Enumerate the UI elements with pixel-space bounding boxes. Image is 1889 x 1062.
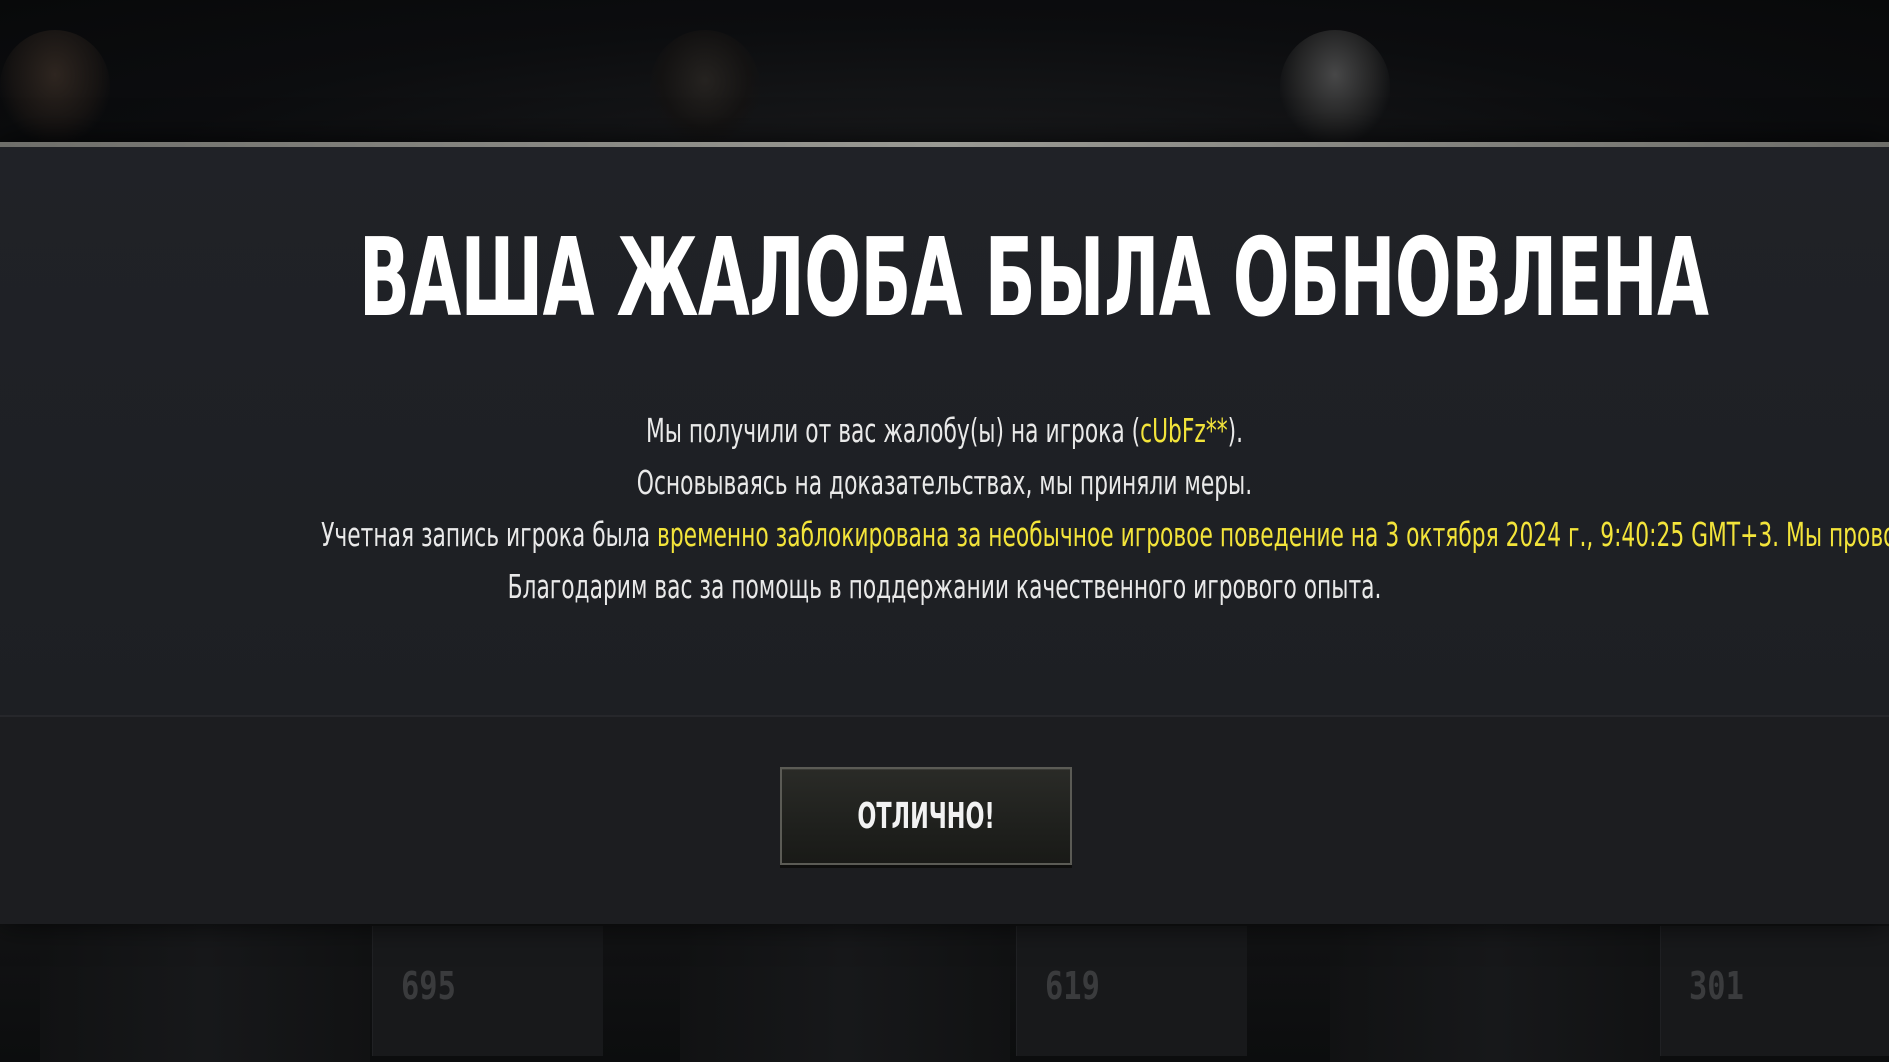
character-portrait [650,30,760,142]
message-line-thanks: Благодарим вас за помощь в поддержании к… [507,567,1382,606]
player-card [680,922,1010,1062]
message-line-action-taken: Основываясь на доказательствах, мы приня… [636,463,1253,502]
character-portrait [0,30,110,142]
message-line-report-received: Мы получили от вас жалобу(ы) на игрока (… [321,405,1568,457]
dialog-title: ВАША ЖАЛОБА БЫЛА ОБНОВЛЕНА [358,216,1709,341]
message-line-account-status: Учетная запись игрока была временно забл… [321,509,1889,561]
background-bottom: 695 619 301 [0,922,1889,1062]
game-screen: 695 619 301 ВАША ЖАЛОБА БЫЛА ОБНОВЛЕНА М… [0,0,1889,1062]
player-score: 301 [1689,964,1744,1008]
player-card [1330,922,1660,1062]
background-top [0,0,1889,142]
character-portrait [1280,30,1390,142]
player-score: 619 [1045,964,1100,1008]
report-updated-dialog: ВАША ЖАЛОБА БЫЛА ОБНОВЛЕНА Мы получили о… [0,142,1889,924]
dialog-message: Мы получили от вас жалобу(ы) на игрока (… [0,405,1889,613]
ok-button-label: ОТЛИЧНО! [857,796,995,837]
ban-details: временно заблокирована за необычное игро… [657,515,1889,554]
player-score-panel: 301 [1660,926,1889,1056]
player-score: 695 [401,964,456,1008]
player-card [40,922,370,1062]
message-text: ). [1227,411,1244,450]
message-text: Мы получили от вас жалобу(ы) на игрока ( [645,411,1141,450]
message-text: Учетная запись игрока была [321,515,658,554]
dialog-body: ВАША ЖАЛОБА БЫЛА ОБНОВЛЕНА Мы получили о… [0,147,1889,715]
ok-button[interactable]: ОТЛИЧНО! [780,767,1072,865]
player-score-panel: 619 [1016,926,1247,1056]
reported-player-name: cUbFz** [1140,411,1228,450]
dialog-footer: ОТЛИЧНО! [0,715,1889,924]
player-score-panel: 695 [372,926,603,1056]
